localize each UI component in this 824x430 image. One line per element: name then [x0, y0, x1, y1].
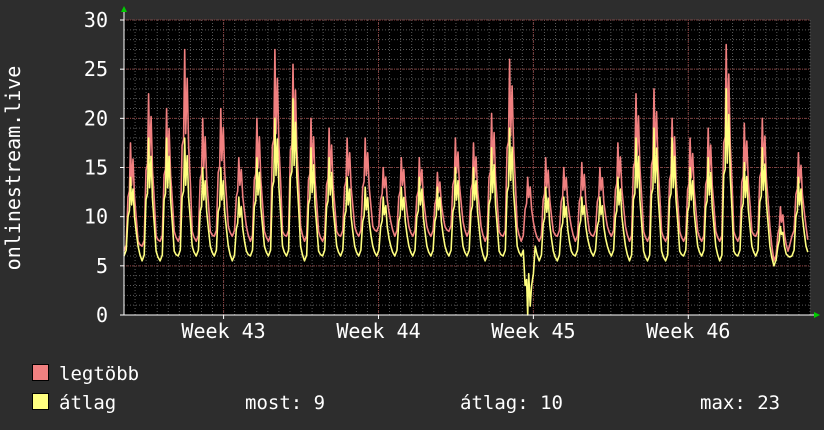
y-tick-label: 10	[84, 205, 108, 229]
y-tick-label: 25	[84, 57, 108, 81]
x-tick-label: Week 45	[491, 319, 575, 343]
y-axis-label: onlinestream.live	[1, 66, 25, 271]
y-tick-label: 5	[96, 254, 108, 278]
y-axis-arrow	[121, 6, 127, 12]
stat-avg: átlag: 10	[460, 392, 563, 414]
stat-now: most: 9	[245, 392, 326, 414]
y-tick-label: 0	[96, 303, 108, 327]
legend-item-max: legtöbb	[32, 363, 139, 385]
legend-swatch-avg	[32, 393, 49, 410]
legend-swatch-max	[32, 364, 49, 381]
x-tick-label: Week 43	[181, 319, 265, 343]
y-tick-label: 20	[84, 106, 108, 130]
y-tick-label: 30	[84, 8, 108, 32]
stat-max: max: 23	[700, 392, 781, 414]
y-tick-label: 15	[84, 156, 108, 180]
legend-label-avg: átlag	[59, 392, 117, 414]
x-tick-label: Week 46	[646, 319, 730, 343]
legend-item-avg: átlag most: 9 átlag: 10 max: 23	[32, 392, 802, 414]
x-tick-label: Week 44	[336, 319, 420, 343]
legend-label-max: legtöbb	[59, 363, 140, 385]
x-axis-arrow	[814, 312, 820, 318]
